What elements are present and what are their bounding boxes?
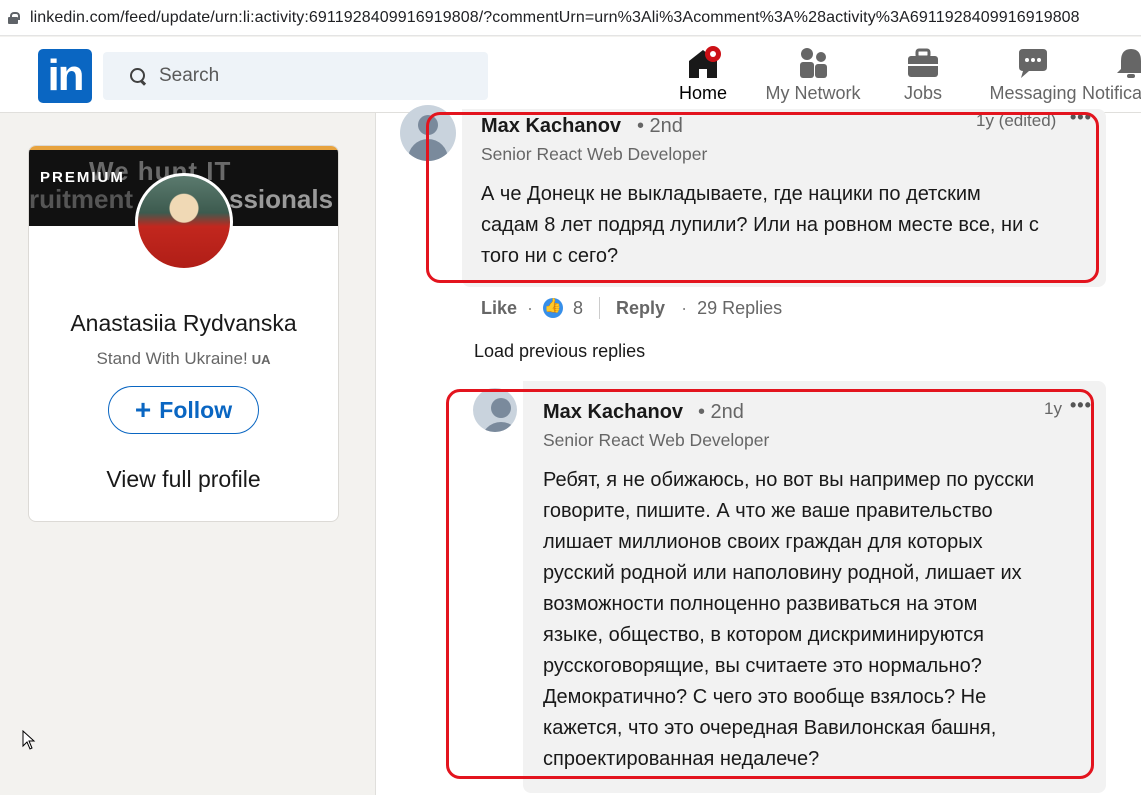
comment-text: Ребят, я не обижаюсь, но вот вы например… (543, 465, 1103, 775)
more-options-icon[interactable]: ••• (1070, 395, 1092, 416)
nav-jobs[interactable]: Jobs (895, 45, 951, 111)
bell-icon (1117, 49, 1141, 78)
view-full-profile-link[interactable]: View full profile (29, 466, 338, 493)
headline-text: Stand With Ukraine! (96, 349, 248, 368)
profile-avatar[interactable] (135, 173, 233, 271)
url-text[interactable]: linkedin.com/feed/update/urn:li:activity… (30, 9, 1080, 27)
like-reaction-icon (543, 297, 564, 318)
search-icon (129, 67, 147, 85)
nav-messaging[interactable]: Messaging (983, 45, 1083, 111)
browser-address-bar[interactable]: linkedin.com/feed/update/urn:li:activity… (0, 0, 1141, 36)
flag-label: UA (251, 352, 271, 367)
nav-home[interactable]: Home (672, 45, 734, 111)
commenter-name[interactable]: Max Kachanov (543, 401, 683, 424)
load-previous-replies[interactable]: Load previous replies (474, 341, 645, 362)
comment-time: 1y (1044, 399, 1062, 418)
lock-icon (8, 11, 20, 24)
like-button[interactable]: Like (481, 298, 517, 319)
commenter-title: Senior React Web Developer (481, 144, 708, 164)
nav-jobs-label: Jobs (903, 83, 943, 103)
search-input[interactable] (159, 65, 459, 87)
comments-section: Max Kachanov • 2nd Senior React Web Deve… (375, 105, 1141, 795)
comment-line: русскоговорящие, вы считаете это нормаль… (543, 655, 982, 677)
comment-line: спроектированная недалече? (543, 748, 820, 770)
nav-network-label: My Network (765, 83, 861, 103)
comment-line: того ни с сего? (481, 245, 619, 267)
plus-icon: + (134, 394, 152, 425)
nav-messaging-label: Messaging (989, 83, 1077, 103)
separator-dot: · (527, 297, 534, 318)
nav-home-label: Home (678, 83, 727, 103)
search-box[interactable] (103, 52, 488, 100)
comment-line: Ребят, я не обижаюсь, но вот вы например… (543, 469, 1035, 491)
briefcase-icon (908, 48, 938, 77)
comment-time: 1y (edited) (976, 111, 1057, 130)
divider (599, 297, 601, 319)
comment-line: садам 8 лет подряд лупили? Или на ровном… (481, 214, 1039, 236)
comment-text: А че Донецк не выкладываете, где нацики … (481, 179, 1101, 272)
premium-label: PREMIUM (40, 169, 125, 186)
comment-line: языке, общество, в котором дискриминирую… (543, 624, 985, 646)
connection-degree: • 2nd (637, 115, 683, 137)
profile-name[interactable]: Anastasiia Rydvanska (29, 310, 338, 337)
comment-line: кажется, что это очередная Вавилонская б… (543, 717, 997, 739)
profile-headline: Stand With Ukraine! UA (29, 349, 338, 369)
commenter-avatar[interactable] (400, 105, 456, 161)
more-options-icon[interactable]: ••• (1070, 107, 1092, 128)
commenter-avatar[interactable] (473, 388, 517, 432)
commenter-title: Senior React Web Developer (543, 430, 770, 450)
nav-notifications-label: Notifications (1081, 83, 1141, 103)
follow-label: Follow (159, 396, 233, 423)
follow-button[interactable]: + Follow (108, 386, 259, 434)
comment-line: Демократично? С чего это вообще взялось?… (543, 686, 987, 708)
network-icon (800, 48, 827, 78)
mouse-cursor-icon (22, 730, 36, 750)
comment-line: А че Донецк не выкладываете, где нацики … (481, 183, 981, 205)
profile-card: We hunt IT ruitment ssionals PREMIUM Ana… (28, 145, 339, 522)
nav-notifications[interactable]: Notifications (1082, 45, 1141, 111)
home-icon (689, 46, 721, 78)
comment-line: русский родной или наполовину родной, ли… (543, 562, 1022, 584)
banner-text: ssionals (229, 184, 334, 214)
connection-degree: • 2nd (698, 401, 744, 423)
comment-line: возможности полноценно развиваться на эт… (543, 593, 978, 615)
reply-button[interactable]: Reply (616, 298, 665, 319)
separator-dot: · (681, 297, 688, 318)
message-icon (1019, 49, 1047, 78)
commenter-name[interactable]: Max Kachanov (481, 115, 621, 138)
comment-line: говорите, пишите. А что же ваше правител… (543, 500, 993, 522)
replies-count-link[interactable]: 29 Replies (697, 298, 782, 319)
banner-text: ruitment (29, 184, 133, 214)
top-nav: in Home My Network Jobs (0, 37, 1141, 113)
like-count[interactable]: 8 (573, 298, 583, 319)
nav-my-network[interactable]: My Network (757, 45, 869, 111)
comment-actions: Like · 8 Reply · 29 Replies (481, 296, 782, 320)
linkedin-logo[interactable]: in (38, 49, 92, 103)
comment-line: лишает миллионов своих граждан для котор… (543, 531, 983, 553)
